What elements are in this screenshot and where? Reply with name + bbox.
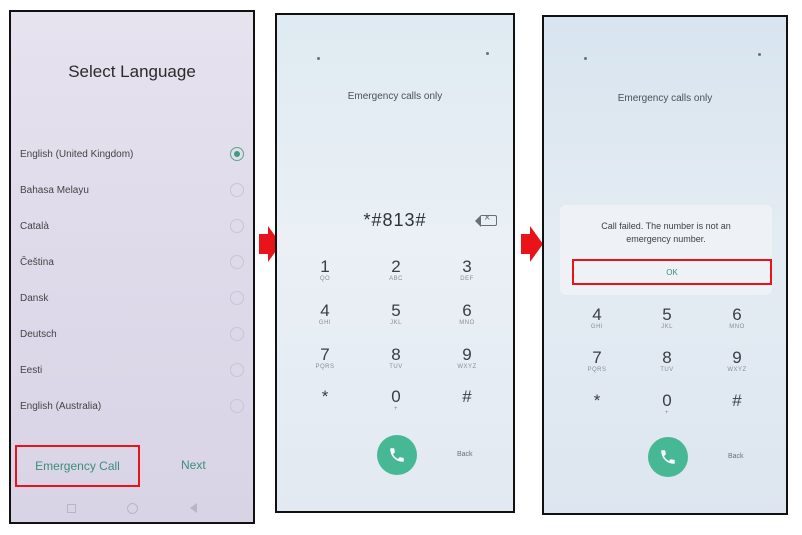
language-label: English (Australia) [20, 400, 102, 412]
phone-icon [390, 448, 404, 462]
dial-key-5[interactable]: 5 JKL [376, 301, 416, 326]
dial-key-1[interactable]: 1 QO [305, 257, 345, 282]
language-option[interactable]: Bahasa Melayu [11, 172, 253, 208]
backspace-icon[interactable] [475, 212, 497, 227]
dial-key-4[interactable]: 4 GHI [577, 305, 617, 330]
status-dot [317, 57, 320, 60]
language-option[interactable]: Dansk [11, 280, 253, 316]
status-dot [584, 57, 587, 60]
emergency-status-label: Emergency calls only [347, 91, 443, 102]
dial-key-3[interactable]: 3 DEF [447, 257, 487, 282]
call-button[interactable] [648, 437, 688, 477]
call-failed-dialog: Call failed. The number is not an emerge… [560, 205, 772, 295]
dial-key-star[interactable]: * [305, 387, 345, 406]
select-language-screen: Select Language English (United Kingdom)… [9, 10, 255, 524]
call-failed-screen: Emergency calls only Call failed. The nu… [542, 15, 788, 515]
radio-icon[interactable] [230, 327, 244, 341]
phone-icon [661, 450, 675, 464]
dial-key-5[interactable]: 5 JKL [647, 305, 687, 330]
radio-icon[interactable] [230, 219, 244, 233]
dial-key-hash[interactable]: # [447, 387, 487, 406]
ok-button[interactable]: OK [572, 259, 772, 285]
dial-key-9[interactable]: 9 WXYZ [447, 345, 487, 370]
language-label: Dansk [20, 292, 49, 304]
emergency-dialer-screen: Emergency calls only *#813# 1QO 2ABC 3DE… [275, 13, 515, 513]
emergency-call-button[interactable]: Emergency Call [15, 445, 140, 487]
navigation-bar [11, 494, 253, 522]
language-label: English (United Kingdom) [20, 148, 134, 160]
status-dot [486, 52, 489, 55]
radio-icon[interactable] [230, 291, 244, 305]
home-icon[interactable] [127, 502, 139, 514]
tutorial-composite: Select Language English (United Kingdom)… [0, 0, 802, 535]
dialog-message: Call failed. The number is not an emerge… [601, 221, 731, 244]
language-label: Eesti [20, 364, 43, 376]
dial-key-6[interactable]: 6 MNO [717, 305, 757, 330]
radio-selected-icon[interactable] [230, 147, 244, 161]
radio-icon[interactable] [230, 255, 244, 269]
language-option[interactable]: Català [11, 208, 253, 244]
dial-key-9[interactable]: 9 WXYZ [717, 348, 757, 373]
dial-key-7[interactable]: 7 PQRS [305, 345, 345, 370]
recent-apps-icon[interactable] [66, 503, 76, 513]
dial-key-8[interactable]: 8 TUV [376, 345, 416, 370]
dial-key-8[interactable]: 8 TUV [647, 348, 687, 373]
language-label: Čeština [20, 256, 54, 268]
language-list: English (United Kingdom) Bahasa Melayu C… [11, 136, 253, 424]
dial-key-0[interactable]: 0 + [647, 391, 687, 416]
dial-key-7[interactable]: 7 PQRS [577, 348, 617, 373]
back-icon[interactable] [190, 503, 198, 513]
back-button[interactable]: Back [457, 451, 473, 458]
back-button[interactable]: Back [728, 453, 744, 460]
language-label: Deutsch [20, 328, 57, 340]
dial-key-hash[interactable]: # [717, 391, 757, 410]
language-option[interactable]: Čeština [11, 244, 253, 280]
language-label: Català [20, 220, 49, 232]
status-dot [758, 53, 761, 56]
radio-icon[interactable] [230, 363, 244, 377]
language-option[interactable]: Deutsch [11, 316, 253, 352]
language-option[interactable]: English (Australia) [11, 388, 253, 424]
call-button[interactable] [377, 435, 417, 475]
dial-key-0[interactable]: 0 + [376, 387, 416, 412]
dial-key-6[interactable]: 6 MNO [447, 301, 487, 326]
page-title: Select Language [68, 62, 196, 81]
dial-key-2[interactable]: 2 ABC [376, 257, 416, 282]
dial-key-star[interactable]: * [577, 391, 617, 410]
language-option[interactable]: Eesti [11, 352, 253, 388]
language-option[interactable]: English (United Kingdom) [11, 136, 253, 172]
next-button[interactable]: Next [181, 458, 206, 472]
language-label: Bahasa Melayu [20, 184, 89, 196]
dial-key-4[interactable]: 4 GHI [305, 301, 345, 326]
emergency-status-label: Emergency calls only [617, 93, 713, 104]
radio-icon[interactable] [230, 399, 244, 413]
radio-icon[interactable] [230, 183, 244, 197]
